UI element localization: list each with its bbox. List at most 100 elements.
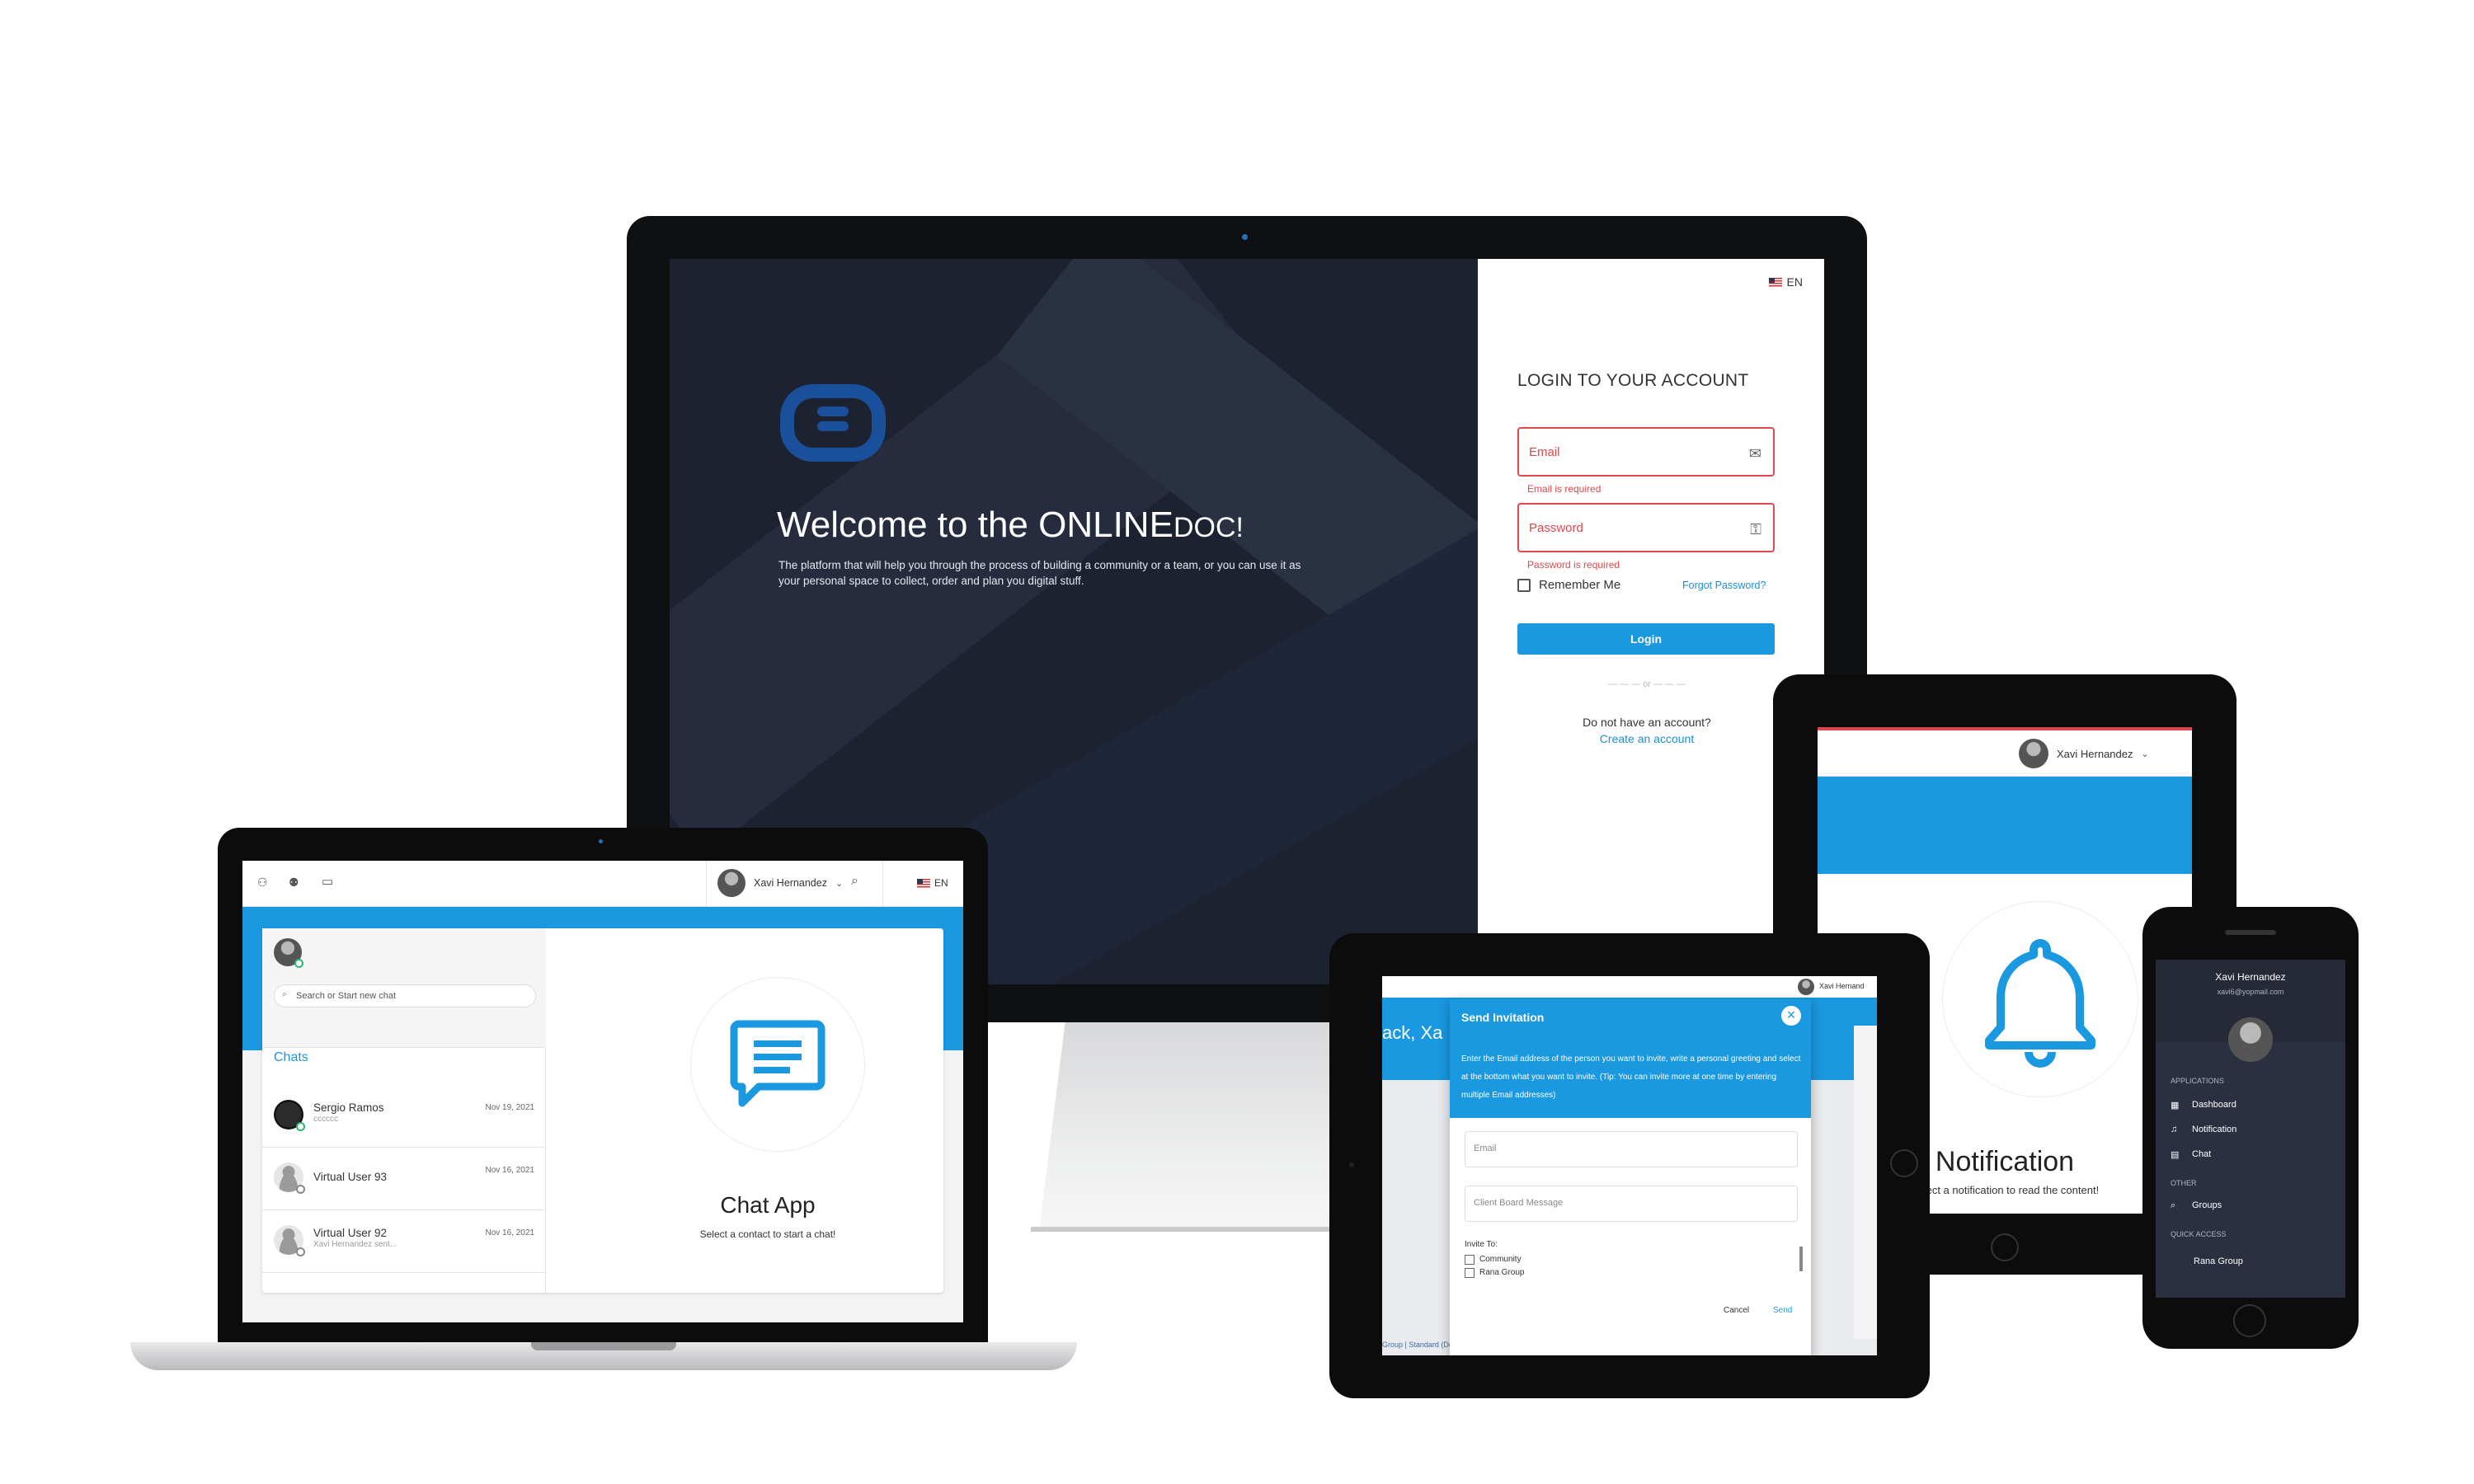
chat-app-subtitle: Select a contact to start a chat! [699,1228,836,1240]
user-name: Xavi Hernand [1819,982,1865,990]
menu-item-chat[interactable]: Chat [2192,1149,2211,1159]
menu-item-rana-group[interactable]: Rana Group [2194,1256,2243,1266]
modal-scrollbar[interactable] [1799,1247,1803,1271]
user-menu[interactable]: Xavi Hernandez ⌄ [717,869,843,897]
group-icon[interactable]: ⚉ [289,876,299,890]
chat-card: ⌕ Search or Start new chat Chats Sergio … [262,928,943,1293]
avatar [1798,979,1814,995]
background-greeting: ack, Xa [1382,1022,1443,1043]
tablet-banner [1818,777,2192,874]
welcome-suffix: DOC! [1173,512,1244,543]
password-error: Password is required [1527,559,1620,571]
create-account-link[interactable]: Create an account [1560,732,1733,745]
laptop-base [130,1342,1077,1370]
remember-checkbox[interactable] [1517,579,1531,592]
chat-preview: Xavi Hernandez sent... [313,1240,397,1249]
chat-icon: ▤ [2171,1150,2180,1160]
send-button[interactable]: Send [1773,1306,1792,1315]
phone-home-button[interactable] [2233,1304,2266,1337]
or-label: or [1643,679,1651,689]
chat-date: Nov 16, 2021 [485,1166,535,1175]
laptop-screen: ⚇ ⚉ ▭ Xavi Hernandez ⌄ ⌕ EN ⌕ Search or … [242,861,963,1322]
chat-row[interactable]: Virtual User 92 Xavi Hernandez sent... N… [262,1210,546,1273]
rana-group-checkbox[interactable] [1465,1268,1475,1278]
search-icon[interactable]: ⌕ [851,874,858,889]
search-icon: ⌕ [282,989,288,999]
password-placeholder: Password [1529,521,1583,535]
us-flag-icon [1768,277,1782,287]
remember-label: Remember Me [1539,578,1621,592]
email-field[interactable]: Email ✉ [1517,427,1775,477]
chat-name: Virtual User 92 [313,1227,388,1239]
search-icon: ⌕ [2171,1200,2176,1210]
laptop-notch [531,1342,676,1350]
tablet-header: Xavi Hernandez ⌄ [1818,727,2192,777]
tablet-landscape: Xavi Hernand ack, Xa Group | Standard (D… [1329,933,1930,1398]
close-icon[interactable]: × [1781,1006,1801,1026]
tablet-app-header: Xavi Hernand [1382,976,1877,998]
offline-status-icon [296,1247,305,1256]
avatar [274,1225,305,1256]
community-label: Community [1479,1255,1522,1264]
no-account-text: Do not have an account? [1583,716,1711,729]
forgot-password-link[interactable]: Forgot Password? [1682,580,1766,591]
app-header: ⚇ ⚉ ▭ Xavi Hernandez ⌄ ⌕ EN [242,861,963,907]
password-field[interactable]: Password ⚿ [1517,503,1775,552]
email-placeholder: Email [1529,445,1560,459]
language-selector[interactable]: EN [1768,275,1803,289]
logo-bar [817,421,849,431]
login-button[interactable]: Login [1517,623,1775,655]
menu-item-groups[interactable]: Groups [2192,1200,2222,1210]
header-divider [882,861,883,907]
avatar [717,869,745,897]
chat-name: Sergio Ramos [313,1101,384,1114]
sidebar-top: ⌕ Search or Start new chat [262,928,546,1048]
cancel-button[interactable]: Cancel [1724,1306,1749,1315]
tablet-home-button[interactable] [1991,1233,2019,1261]
welcome-prefix: Welcome to the ONLINE [777,505,1174,545]
invite-email-field[interactable]: Email [1465,1131,1798,1167]
community-checkbox[interactable] [1465,1255,1475,1265]
bell-circle [1943,902,2138,1097]
tablet-home-button[interactable] [1890,1149,1918,1177]
bell-icon [1985,939,2095,1068]
user-name: Xavi Hernandez [2057,747,2133,760]
chat-row[interactable]: Virtual User 93 Nov 16, 2021 [262,1148,546,1210]
laptop: ⚇ ⚉ ▭ Xavi Hernandez ⌄ ⌕ EN ⌕ Search or … [218,828,988,1345]
invite-message-field[interactable]: Client Board Message [1465,1186,1798,1222]
add-user-icon[interactable]: ⚇ [257,876,268,890]
tablet-landscape-screen: Xavi Hernand ack, Xa Group | Standard (D… [1382,976,1877,1355]
phone-speaker [2225,930,2276,935]
offline-status-icon [296,1185,305,1194]
chat-row[interactable]: Sergio Ramos cccccc Nov 19, 2021 [262,1085,546,1148]
or-divider: — — — or — — — [1607,679,1686,689]
avatar [274,1162,305,1194]
menu-item-dashboard[interactable]: Dashboard [2192,1100,2236,1110]
tablet-camera [1349,1162,1354,1167]
chat-date: Nov 19, 2021 [485,1103,535,1112]
chevron-down-icon: ⌄ [835,878,844,889]
laptop-camera [599,839,603,843]
email-error: Email is required [1527,483,1602,495]
folder-icon[interactable]: ▭ [322,874,333,889]
chevron-down-icon: ⌄ [2141,749,2149,759]
key-icon[interactable]: ⚿ [1750,521,1761,538]
chat-sidebar: ⌕ Search or Start new chat Chats Sergio … [262,928,546,1293]
onlinedoc-logo [780,384,886,462]
avatar[interactable] [274,938,303,968]
header-divider [706,861,707,907]
avatar[interactable] [2228,1017,2273,1062]
chat-app-title: Chat App [720,1192,816,1218]
rana-group-label: Rana Group [1479,1268,1525,1277]
phone-screen: Xavi Hernandez xavi6@yopmail.com APPLICA… [2156,960,2345,1298]
menu-item-notification[interactable]: Notification [2192,1125,2236,1134]
language-selector[interactable]: EN [917,877,948,889]
user-name: Xavi Hernandez [2215,971,2286,983]
modal-title: Send Invitation [1461,1011,1545,1024]
user-name: Xavi Hernandez [754,877,827,889]
other-section: OTHER [2171,1179,2197,1187]
chat-date: Nov 16, 2021 [485,1228,535,1237]
chat-search-input[interactable]: ⌕ Search or Start new chat [274,984,536,1007]
user-menu[interactable]: Xavi Hernandez ⌄ [2019,739,2149,768]
monitor-camera [1242,234,1248,240]
